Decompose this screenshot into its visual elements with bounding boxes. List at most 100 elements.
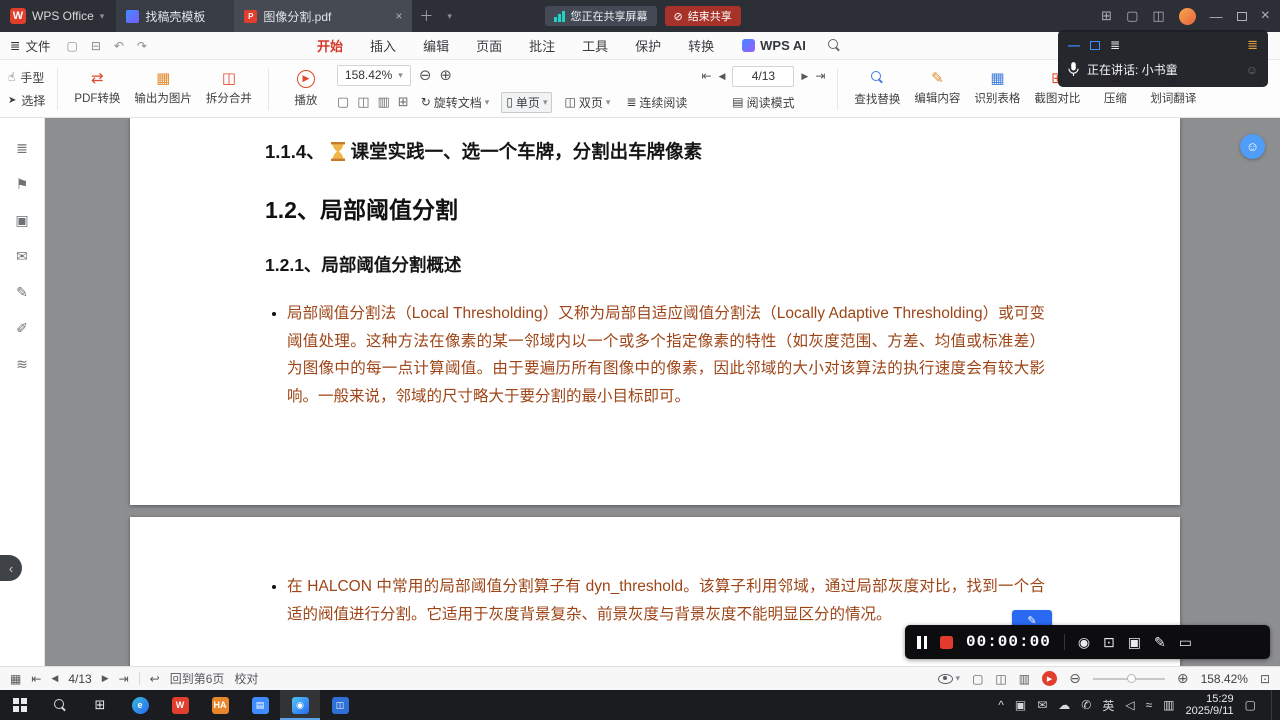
tab-pdf-document[interactable]: P 图像分割.pdf ×	[234, 0, 413, 32]
presentation-play-icon[interactable]: ▶	[1042, 671, 1058, 686]
file-menu[interactable]: ≣ 文件	[10, 36, 51, 55]
annotate-pen-icon[interactable]: ✎	[1154, 634, 1166, 651]
user-avatar[interactable]	[1178, 7, 1196, 25]
wps-ai-button[interactable]: WPS AI	[742, 38, 806, 53]
apps-grid-icon[interactable]: ⊞	[1101, 8, 1112, 24]
pdf-convert-button[interactable]: ⇄ PDF转换	[70, 71, 124, 106]
applause-icon[interactable]: ☺	[1246, 63, 1258, 77]
overlay-list-icon[interactable]: ≣	[1110, 38, 1120, 52]
tray-expand-icon[interactable]: ^	[998, 698, 1004, 712]
tab-insert[interactable]: 插入	[370, 36, 396, 55]
pause-recording-button[interactable]	[917, 635, 927, 649]
taskbar-app-blue[interactable]: ▤	[240, 690, 280, 720]
screenshot-icon[interactable]: ▣	[1128, 634, 1141, 651]
fullscreen-icon[interactable]: ⊡	[1260, 672, 1270, 686]
select-tool-button[interactable]: ➤ 选择	[8, 92, 45, 109]
next-page-icon[interactable]: ▶	[801, 71, 808, 82]
tab-list-chevron-icon[interactable]: ▾	[440, 11, 459, 22]
close-window-icon[interactable]: ×	[1261, 7, 1270, 25]
prev-page-icon[interactable]: ◀	[51, 673, 58, 684]
zoom-slider-knob[interactable]	[1126, 674, 1136, 683]
minimize-window-icon[interactable]: —	[1210, 9, 1223, 24]
zoom-out-icon[interactable]: ⊖	[419, 66, 432, 84]
layers-icon[interactable]: ≋	[16, 356, 28, 373]
zoom-percent[interactable]: 158.42%	[1201, 672, 1248, 686]
save-icon[interactable]: ▢	[67, 39, 78, 53]
tray-app-icon-1[interactable]: ▣	[1015, 698, 1026, 712]
layout-icon-1[interactable]: ▢	[337, 94, 349, 110]
end-share-button[interactable]: ⊘ 结束共享	[664, 6, 741, 26]
battery-icon[interactable]: ▥	[1163, 698, 1174, 712]
edit-content-button[interactable]: ✎ 编辑内容	[910, 71, 964, 106]
document-canvas[interactable]: 1.1.4、 课堂实践一、选一个车牌，分割出车牌像素 1.2、局部阈值分割 1.…	[45, 118, 1280, 666]
page-indicator[interactable]: 4/13	[68, 672, 91, 686]
layout-icon-2[interactable]: ◫	[357, 94, 369, 110]
search-icon[interactable]	[827, 39, 841, 52]
taskbar-app-recorder-active[interactable]: ◉	[280, 690, 320, 720]
tab-convert[interactable]: 转换	[688, 36, 714, 55]
notification-center-icon[interactable]: ▢	[1245, 698, 1256, 712]
widgets-icon[interactable]: ◫	[1152, 8, 1164, 24]
taskbar-app-halcon[interactable]: HA	[200, 690, 240, 720]
webcam-toggle-icon[interactable]: ◉	[1078, 634, 1090, 651]
taskbar-app-wps[interactable]: W	[160, 690, 200, 720]
tray-cloud-icon[interactable]: ☁	[1058, 698, 1070, 712]
find-replace-button[interactable]: 查找替换	[850, 70, 904, 107]
wps-assistant-icon[interactable]: ☺	[1240, 134, 1265, 159]
export-image-button[interactable]: ▦ 输出为图片	[130, 71, 196, 106]
zoom-in-icon[interactable]: ⊕	[439, 66, 452, 84]
volume-icon[interactable]: ◁	[1125, 698, 1134, 712]
double-page-view-icon[interactable]: ◫	[995, 672, 1006, 686]
detect-table-button[interactable]: ▦ 识别表格	[970, 71, 1024, 106]
zoom-in-icon[interactable]: ⊕	[1177, 670, 1189, 687]
taskbar-clock[interactable]: 15:29 2025/9/11	[1186, 693, 1234, 718]
undo-icon[interactable]: ↶	[114, 39, 124, 53]
shrink-toolbar-icon[interactable]: ⊡	[1103, 634, 1115, 651]
thumbnails-icon[interactable]: ▣	[15, 212, 28, 229]
first-page-icon[interactable]: ⇤	[31, 672, 41, 686]
tray-app-icon-2[interactable]: ✉	[1037, 698, 1047, 712]
overlay-menu-icon[interactable]: ≣	[1247, 37, 1258, 53]
new-tab-button[interactable]: ＋	[412, 6, 440, 26]
comments-icon[interactable]: ✉	[16, 248, 28, 265]
taskbar-app-edge[interactable]: e	[120, 690, 160, 720]
last-page-icon[interactable]: ⇥	[119, 672, 129, 686]
show-desktop-sliver[interactable]	[1271, 690, 1276, 720]
tab-annotate[interactable]: 批注	[529, 36, 555, 55]
tab-home-template[interactable]: 找稿壳模板	[116, 0, 235, 32]
prev-page-icon[interactable]: ◀	[719, 71, 726, 82]
signature-icon[interactable]: ✐	[16, 320, 28, 337]
last-page-icon[interactable]: ⇥	[815, 69, 825, 83]
single-page-view-icon[interactable]: ▢	[972, 672, 983, 686]
window-layout-icon[interactable]: ▢	[1126, 8, 1138, 24]
continuous-read-button[interactable]: ≣ 连续阅读	[622, 93, 691, 112]
split-merge-button[interactable]: ◫ 拆分合并	[202, 71, 256, 106]
zoom-slider[interactable]	[1092, 674, 1165, 683]
visibility-menu[interactable]: ▾	[937, 673, 960, 684]
print-icon[interactable]: ⊟	[91, 39, 101, 53]
chevron-down-icon[interactable]: ▾	[100, 11, 105, 22]
layout-icon-4[interactable]: ⊞	[398, 94, 409, 110]
tab-edit[interactable]: 编辑	[423, 36, 449, 55]
proofread-button[interactable]: 校对	[234, 670, 258, 687]
overlay-minimize-icon[interactable]: —	[1068, 38, 1080, 52]
single-page-button[interactable]: ▯ 单页 ▾	[501, 91, 553, 113]
tray-phone-icon[interactable]: ✆	[1081, 698, 1091, 712]
hand-tool-button[interactable]: ☝ 手型	[8, 69, 45, 86]
tab-page[interactable]: 页面	[476, 36, 502, 55]
input-language-indicator[interactable]: 英	[1102, 697, 1114, 714]
zoom-out-icon[interactable]: ⊖	[1069, 670, 1081, 687]
overlay-window-icon[interactable]	[1090, 40, 1100, 50]
taskbar-app-teal[interactable]: ◫	[320, 690, 360, 720]
thumbnail-view-icon[interactable]: ▦	[10, 672, 21, 686]
screen-select-icon[interactable]: ▭	[1179, 634, 1192, 651]
layout-icon-3[interactable]: ▥	[378, 94, 390, 110]
rotate-document-button[interactable]: ↻ 旋转文档 ▾	[417, 93, 494, 112]
tab-start[interactable]: 开始	[317, 36, 343, 55]
bookmark-icon[interactable]: ⚑	[16, 176, 29, 193]
taskbar-search-button[interactable]	[40, 690, 80, 720]
task-view-button[interactable]: ⊞	[80, 690, 120, 720]
first-page-icon[interactable]: ⇤	[701, 69, 711, 83]
tab-protect[interactable]: 保护	[635, 36, 661, 55]
app-logo[interactable]: W WPS Office ▾	[0, 8, 116, 24]
